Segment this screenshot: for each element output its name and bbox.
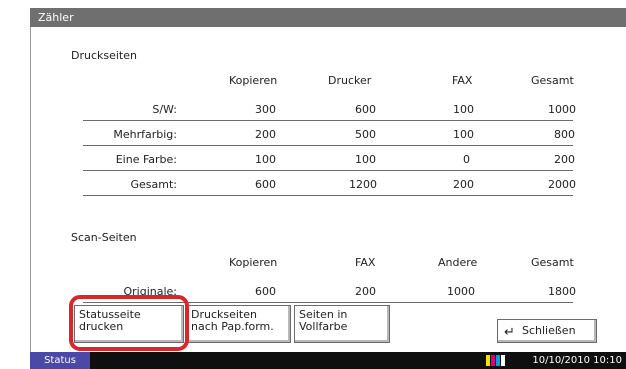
print-section-title: Druckseiten bbox=[71, 49, 137, 62]
window-title: Zähler bbox=[30, 8, 626, 27]
cell-fax: 0 bbox=[463, 153, 470, 166]
return-arrow-icon: ↵ bbox=[504, 325, 515, 340]
cell-printer: 500 bbox=[355, 128, 376, 141]
cell-fax: 100 bbox=[453, 128, 474, 141]
print-header-row: Kopieren Drucker FAX Gesamt bbox=[83, 71, 574, 91]
cell-printer: 100 bbox=[355, 153, 376, 166]
counter-screen: Zähler Druckseiten Kopieren Drucker FAX … bbox=[30, 8, 626, 369]
cell-total: 200 bbox=[554, 153, 575, 166]
status-bar: Status 10/10/2010 10:10 bbox=[30, 352, 626, 369]
scan-header-fax: FAX bbox=[355, 256, 376, 269]
row-label: Gesamt: bbox=[130, 178, 178, 191]
cell-copy: 200 bbox=[255, 128, 276, 141]
datetime: 10/10/2010 10:10 bbox=[532, 355, 622, 366]
cell-copy: 100 bbox=[255, 153, 276, 166]
scan-header-total: Gesamt bbox=[531, 256, 574, 269]
print-row-bw: S/W: 300 600 100 1000 bbox=[83, 100, 576, 121]
highlight-frame bbox=[69, 295, 189, 351]
print-row-onecolor: Eine Farbe: 100 100 0 200 bbox=[83, 150, 575, 171]
print-header-total: Gesamt bbox=[531, 74, 574, 87]
print-header-printer: Drucker bbox=[328, 74, 372, 87]
cell-other: 1000 bbox=[447, 285, 475, 298]
full-color-pages-button[interactable]: Seiten in Vollfarbe bbox=[294, 305, 390, 343]
cell-total: 1000 bbox=[548, 103, 576, 116]
paper-size-print-label-2: nach Pap.form. bbox=[191, 320, 274, 333]
scan-header-copy: Kopieren bbox=[229, 256, 278, 269]
cell-total: 2000 bbox=[548, 178, 576, 191]
cell-printer: 600 bbox=[355, 103, 376, 116]
cell-total: 1800 bbox=[548, 285, 576, 298]
row-label: Mehrfarbig: bbox=[113, 128, 177, 141]
cell-total: 800 bbox=[554, 128, 575, 141]
print-header-fax: FAX bbox=[452, 74, 473, 87]
print-row-multicolor: Mehrfarbig: 200 500 100 800 bbox=[83, 125, 575, 146]
paper-size-print-button[interactable]: Druckseiten nach Pap.form. bbox=[186, 305, 291, 343]
scan-header-row: Kopieren FAX Andere Gesamt bbox=[83, 253, 574, 273]
cell-printer: 1200 bbox=[349, 178, 377, 191]
close-button[interactable]: ↵ Schließen bbox=[497, 319, 597, 343]
row-label: S/W: bbox=[152, 103, 177, 116]
cell-fax: 200 bbox=[453, 178, 474, 191]
cell-copy: 600 bbox=[255, 285, 276, 298]
status-tab[interactable]: Status bbox=[30, 352, 90, 369]
cell-fax: 200 bbox=[355, 285, 376, 298]
scan-header-other: Andere bbox=[438, 256, 478, 269]
cell-copy: 300 bbox=[255, 103, 276, 116]
print-header-copy: Kopieren bbox=[229, 74, 278, 87]
row-label: Eine Farbe: bbox=[115, 153, 177, 166]
scan-section-title: Scan-Seiten bbox=[71, 231, 137, 244]
print-row-total: Gesamt: 600 1200 200 2000 bbox=[83, 175, 576, 196]
cell-fax: 100 bbox=[453, 103, 474, 116]
full-color-pages-label-2: Vollfarbe bbox=[299, 320, 348, 333]
close-label: Schließen bbox=[522, 324, 576, 337]
toner-level-icon bbox=[486, 355, 506, 366]
cell-copy: 600 bbox=[255, 178, 276, 191]
